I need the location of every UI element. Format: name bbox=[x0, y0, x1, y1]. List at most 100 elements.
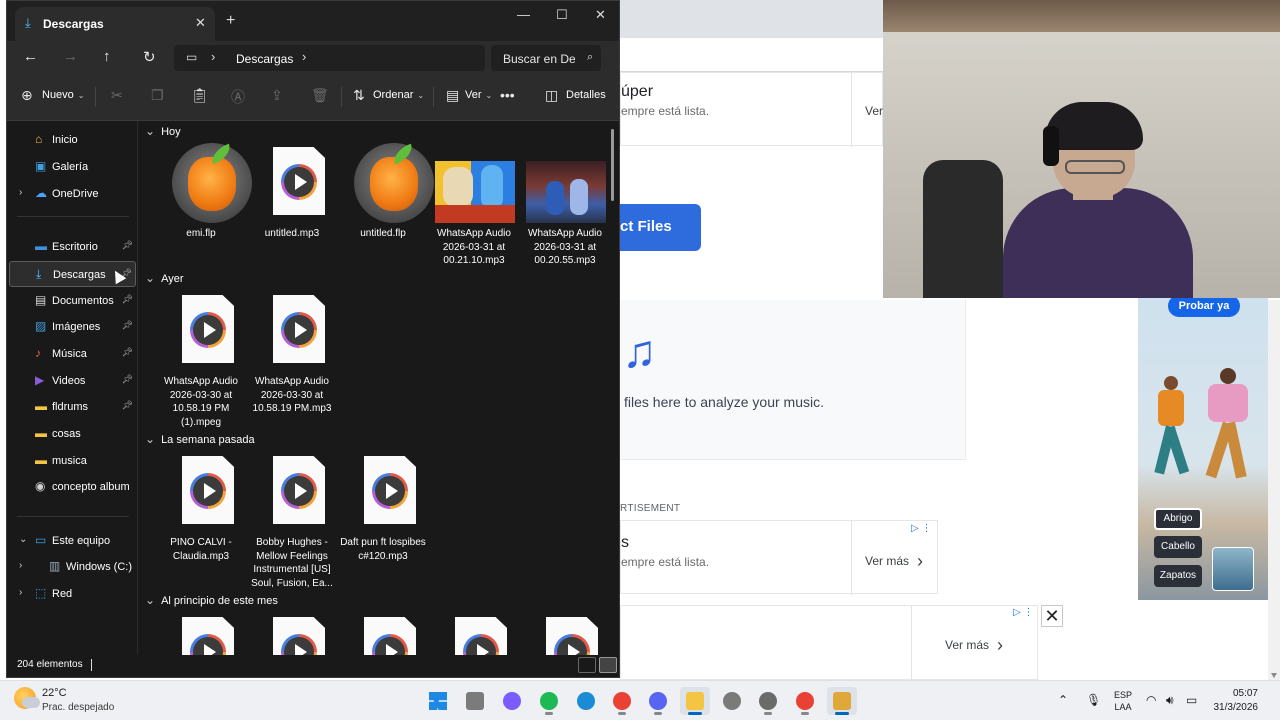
taskbar-discord-button[interactable] bbox=[643, 687, 673, 715]
close-ad-button[interactable]: ✕ bbox=[1041, 605, 1063, 627]
taskbar-fl-studio-button[interactable] bbox=[717, 687, 747, 715]
network-icon: ⬚ bbox=[35, 586, 47, 600]
address-bar[interactable]: ▭ › Descargas › bbox=[174, 45, 485, 71]
show-hidden-icons-chevron-icon[interactable]: ⌃ bbox=[1058, 693, 1068, 707]
breadcrumb-descargas[interactable]: Descargas bbox=[236, 52, 293, 66]
taskbar-windows-start-button[interactable] bbox=[423, 687, 453, 715]
share-icon[interactable]: ⇪ bbox=[271, 87, 283, 104]
microphone-icon[interactable]: 🎙︎ bbox=[1086, 693, 1101, 707]
chevron-right-icon[interactable]: › bbox=[19, 587, 22, 598]
task-view-icon bbox=[466, 692, 484, 710]
navigation-pane[interactable]: ⌂ Inicio ▣ Galería › ☁ OneDrive ▬ Escritorio 📌︎ ⤓ D… bbox=[7, 121, 138, 655]
taskbar-settings-button[interactable] bbox=[753, 687, 783, 715]
ad-link[interactable]: Ver más bbox=[945, 635, 1003, 656]
sidebar-item[interactable]: ♪ Música 📌︎ bbox=[9, 341, 136, 367]
taskbar-task-view-button[interactable] bbox=[460, 687, 490, 715]
taskbar-spotify-button[interactable] bbox=[534, 687, 564, 715]
taskbar-copilot-button[interactable] bbox=[497, 687, 527, 715]
wifi-icon[interactable]: ◠ bbox=[1146, 693, 1156, 707]
sidebar-item[interactable]: ▤ Documentos 📌︎ bbox=[9, 288, 136, 314]
chevron-right-icon[interactable]: › bbox=[211, 49, 215, 64]
file-name: PINO CALVI - Claudia.mp3 bbox=[170, 537, 232, 562]
sort-button[interactable]: Ordenar ⌄ bbox=[373, 89, 424, 101]
taskbar-chrome-button[interactable] bbox=[790, 687, 820, 715]
file-list[interactable]: Hoy emi.flp untitled.mp3 untitled.flp WhatsA… bbox=[139, 121, 619, 655]
taskbar-paint-button[interactable] bbox=[827, 687, 857, 715]
paste-icon[interactable]: 📋︎ bbox=[191, 87, 209, 104]
chevron-right-icon[interactable]: › bbox=[302, 49, 306, 64]
sidebar-item[interactable]: ▬ cosas bbox=[9, 421, 136, 447]
item-count: 204 elementos bbox=[17, 659, 83, 670]
delete-icon[interactable]: 🗑︎ bbox=[311, 87, 329, 104]
sidebar-item[interactable]: ▬ fldrums 📌︎ bbox=[9, 394, 136, 420]
taskbar-file-explorer-button[interactable] bbox=[680, 687, 710, 715]
volume-icon[interactable]: 🔊︎ bbox=[1166, 693, 1174, 708]
group-header[interactable]: Hoy bbox=[145, 124, 181, 138]
new-tab-button[interactable]: + bbox=[226, 12, 235, 30]
group-header[interactable]: Al principio de este mes bbox=[145, 593, 278, 607]
file-explorer-window[interactable]: ⤓ Descargas ✕ + — ☐ ✕ ← → ↑ ↻ ▭ › Descar… bbox=[6, 0, 620, 678]
sidebar-item-label: Este equipo bbox=[52, 535, 111, 547]
refresh-button[interactable]: ↻ bbox=[143, 48, 156, 66]
chip-zapatos[interactable]: Zapatos bbox=[1154, 565, 1202, 587]
taskbar-chrome-button[interactable] bbox=[607, 687, 637, 715]
sidebar-item[interactable]: › ☁ OneDrive bbox=[9, 181, 136, 207]
large-icons-view-button[interactable] bbox=[599, 657, 617, 673]
ad-card-top[interactable]: úper empre está lista. Ver bbox=[620, 72, 883, 147]
details-button[interactable]: Detalles bbox=[566, 89, 606, 101]
cut-icon[interactable]: ✂ bbox=[111, 87, 123, 104]
page-scrollbar[interactable] bbox=[1268, 300, 1280, 680]
group-header[interactable]: La semana pasada bbox=[145, 432, 255, 446]
adchoices-icon[interactable]: ▷ ⋮ bbox=[911, 523, 931, 534]
close-tab-icon[interactable]: ✕ bbox=[195, 15, 206, 31]
drop-zone[interactable]: ♫ files here to analyze your music. bbox=[620, 300, 966, 460]
sidebar-item[interactable]: ▬ Escritorio 📌︎ bbox=[9, 234, 136, 260]
maximize-button[interactable]: ☐ bbox=[556, 7, 568, 23]
weather-temp: 22°C bbox=[42, 687, 67, 699]
fashion-ad[interactable]: Probar ya Abrigo Cabello Zapatos bbox=[1138, 298, 1268, 600]
chevron-right-icon[interactable]: › bbox=[19, 560, 22, 571]
close-window-button[interactable]: ✕ bbox=[595, 7, 606, 23]
language-code: ESP bbox=[1114, 690, 1133, 700]
weather-widget[interactable]: 22°C Prac. despejado bbox=[14, 685, 154, 717]
details-view-button[interactable] bbox=[578, 657, 596, 673]
chip-cabello[interactable]: Cabello bbox=[1154, 536, 1202, 558]
tab-descargas[interactable]: ⤓ Descargas ✕ bbox=[15, 7, 215, 41]
ad-link[interactable]: Ver más bbox=[865, 551, 923, 572]
sidebar-item[interactable]: ▨ Imágenes 📌︎ bbox=[9, 314, 136, 340]
sidebar-item[interactable]: ◉ concepto album bbox=[9, 474, 136, 500]
back-button[interactable]: ← bbox=[23, 48, 38, 65]
new-button[interactable]: Nuevo ⌄ bbox=[42, 89, 85, 101]
minimize-button[interactable]: — bbox=[517, 7, 530, 22]
battery-icon[interactable]: ▭ bbox=[1186, 693, 1197, 707]
product-thumbnail[interactable] bbox=[1212, 547, 1254, 591]
sidebar-item[interactable]: ▣ Galería bbox=[9, 154, 136, 180]
sidebar-item[interactable]: ▬ musica bbox=[9, 448, 136, 474]
chevron-right-icon[interactable]: › bbox=[19, 187, 22, 198]
view-button[interactable]: Ver ⌄ bbox=[465, 89, 492, 101]
forward-button[interactable]: → bbox=[63, 48, 78, 65]
taskbar-edge-button[interactable] bbox=[571, 687, 601, 715]
file-list-scrollbar[interactable] bbox=[611, 129, 614, 201]
copy-icon[interactable]: ❐ bbox=[151, 87, 164, 104]
sidebar-item[interactable]: › ⬚ Red bbox=[9, 581, 136, 607]
title-bar[interactable]: ⤓ Descargas ✕ + — ☐ ✕ bbox=[7, 1, 619, 41]
group-header[interactable]: Ayer bbox=[145, 271, 183, 285]
chevron-down-icon[interactable]: ⌄ bbox=[19, 534, 27, 545]
sidebar-item[interactable]: ▶ Videos 📌︎ bbox=[9, 368, 136, 394]
sidebar-item[interactable]: ⌂ Inicio bbox=[9, 127, 136, 153]
sidebar-item[interactable]: ⌄ ▭ Este equipo bbox=[9, 528, 136, 554]
ad-card-middle[interactable]: s empre está lista. Ver más ▷ ⋮ bbox=[620, 520, 938, 595]
adchoices-icon[interactable]: ▷ ⋮ bbox=[1013, 607, 1033, 618]
select-files-button[interactable]: ct Files bbox=[620, 204, 701, 251]
search-box[interactable]: Buscar en Descargas ⌕ bbox=[491, 45, 601, 71]
try-now-button[interactable]: Probar ya bbox=[1168, 298, 1240, 317]
ad-card-bottom[interactable]: Ver más ▷ ⋮ bbox=[620, 605, 1038, 681]
chip-abrigo[interactable]: Abrigo bbox=[1154, 508, 1202, 530]
up-button[interactable]: ↑ bbox=[103, 48, 111, 65]
rename-icon[interactable]: Ⓐ bbox=[231, 87, 245, 107]
more-options-icon[interactable]: ••• bbox=[500, 87, 515, 103]
language-indicator[interactable]: ESP LAA bbox=[1114, 689, 1132, 713]
sidebar-item[interactable]: › ▥ Windows (C:) bbox=[9, 554, 136, 580]
clock[interactable]: 05:07 31/3/2026 bbox=[1208, 687, 1259, 715]
